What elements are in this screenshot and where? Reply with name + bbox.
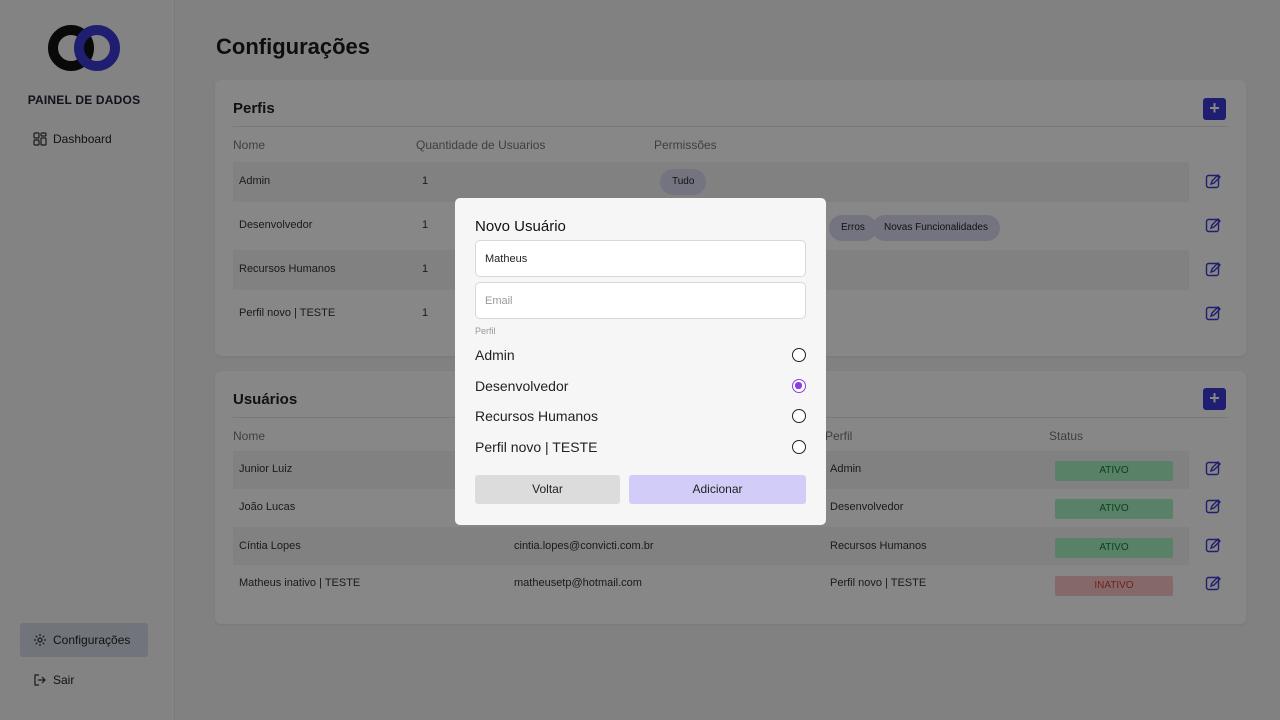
modal-title: Novo Usuário [475, 218, 566, 235]
perfil-option-admin[interactable]: Admin [475, 343, 806, 367]
option-label: Perfil novo | TESTE [475, 439, 598, 455]
perfil-option-recursos-humanos[interactable]: Recursos Humanos [475, 404, 806, 428]
new-user-modal: Novo Usuário Perfil Admin Desenvolvedor … [455, 198, 826, 525]
perfil-option-desenvolvedor[interactable]: Desenvolvedor [475, 374, 806, 398]
radio-button[interactable] [792, 440, 806, 454]
email-field[interactable] [475, 282, 806, 319]
perfil-label: Perfil [475, 326, 496, 336]
radio-button-selected[interactable] [792, 379, 806, 393]
option-label: Desenvolvedor [475, 378, 569, 394]
option-label: Recursos Humanos [475, 408, 598, 424]
name-field[interactable] [475, 240, 806, 277]
radio-button[interactable] [792, 348, 806, 362]
radio-button[interactable] [792, 409, 806, 423]
back-button[interactable]: Voltar [475, 475, 620, 504]
option-label: Admin [475, 347, 515, 363]
add-button[interactable]: Adicionar [629, 475, 806, 504]
perfil-option-perfil-novo[interactable]: Perfil novo | TESTE [475, 435, 806, 459]
